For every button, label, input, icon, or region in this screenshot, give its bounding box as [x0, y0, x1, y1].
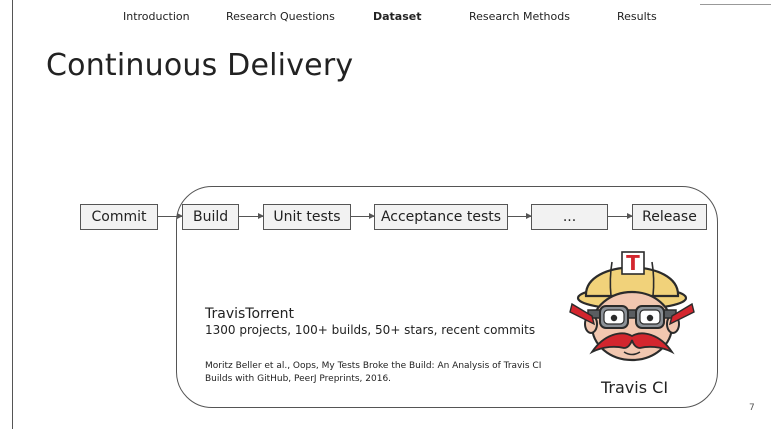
slide-title: Continuous Delivery: [46, 48, 354, 83]
arrow-acceptance-ellipsis: [508, 213, 532, 219]
stage-acceptance-tests: Acceptance tests: [374, 204, 508, 230]
stage-unit-tests: Unit tests: [263, 204, 351, 230]
stage-build: Build: [182, 204, 239, 230]
dataset-name: TravisTorrent: [205, 306, 294, 322]
travis-ci-mascot-icon: T: [569, 251, 695, 362]
arrow-build-unit-tests: [239, 213, 264, 219]
arrow-commit-build: [158, 213, 183, 219]
slide-frame-left-border: [12, 0, 13, 429]
arrow-unit-tests-acceptance: [351, 213, 375, 219]
section-nav: Introduction Research Questions Dataset …: [0, 10, 771, 26]
stage-ellipsis: ...: [531, 204, 608, 230]
travis-ci-label: Travis CI: [601, 378, 669, 397]
nav-item-results[interactable]: Results: [617, 10, 657, 23]
nav-item-research-methods[interactable]: Research Methods: [469, 10, 570, 23]
stage-release: Release: [632, 204, 707, 230]
dataset-citation: Moritz Beller et al., Oops, My Tests Bro…: [205, 361, 542, 384]
page-number: 7: [749, 403, 755, 413]
arrow-ellipsis-release: [608, 213, 633, 219]
nav-item-research-questions[interactable]: Research Questions: [226, 10, 335, 23]
nav-item-dataset[interactable]: Dataset: [373, 10, 422, 23]
stage-commit: Commit: [80, 204, 158, 230]
dataset-description: 1300 projects, 100+ builds, 50+ stars, r…: [205, 323, 536, 337]
slide-frame-top-border: [700, 4, 771, 5]
nav-item-introduction[interactable]: Introduction: [123, 10, 190, 23]
helmet-letter: T: [626, 251, 640, 275]
